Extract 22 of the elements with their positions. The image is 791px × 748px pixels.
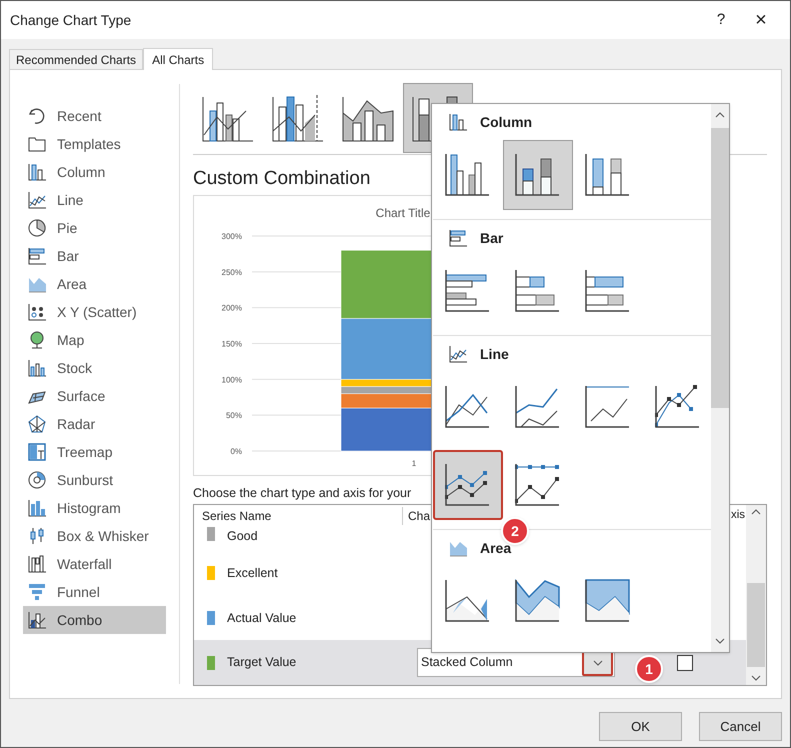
series-name: Actual Value bbox=[227, 610, 298, 626]
axis-tick-label: 200% bbox=[222, 304, 242, 313]
axis-tick-label: 100% bbox=[222, 375, 242, 384]
menu-section-title: Bar bbox=[480, 228, 504, 248]
column-header: Series Name bbox=[201, 508, 272, 525]
chart-title: Chart Title bbox=[376, 205, 430, 222]
menu-section-title: Column bbox=[480, 112, 532, 132]
axis-tick-label: 250% bbox=[222, 268, 242, 277]
series-name: Target Value bbox=[227, 654, 298, 672]
axis-tick-label: 0% bbox=[230, 447, 242, 456]
axis-tick-label: 150% bbox=[222, 340, 242, 348]
window-title: Change Chart Type bbox=[10, 10, 132, 30]
menu-section-title: Line bbox=[480, 344, 509, 364]
section-heading: Custom Combination bbox=[193, 167, 370, 191]
axis-tick-label: 50% bbox=[226, 411, 242, 420]
column-header: Cha bbox=[402, 506, 430, 525]
category-label: 1 bbox=[412, 459, 416, 468]
series-name: Good bbox=[227, 528, 259, 545]
series-name: Excellent bbox=[227, 564, 279, 582]
instruction-text: Choose the chart type and axis for your bbox=[193, 485, 412, 502]
axis-tick-label: 300% bbox=[222, 232, 242, 241]
column-header: xis bbox=[730, 508, 746, 524]
